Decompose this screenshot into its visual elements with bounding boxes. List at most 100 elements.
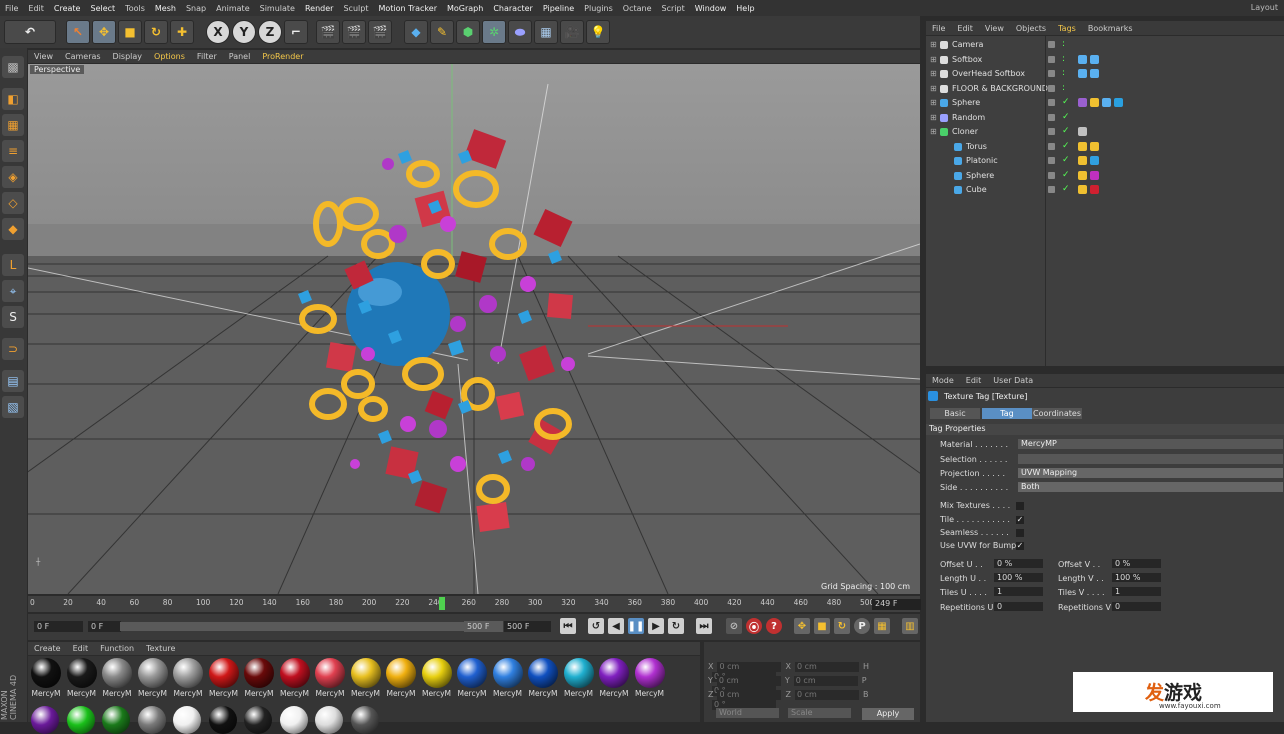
object-row[interactable]: ⊞ FLOOR & BACKGROUND:	[926, 82, 1284, 96]
timeline-window-icon[interactable]: ▥	[902, 618, 918, 634]
coordinate-field[interactable]: 0 cm	[717, 690, 782, 700]
length-u-field[interactable]: 100 %	[994, 573, 1043, 582]
offset-u-field[interactable]: 0 %	[994, 559, 1043, 568]
menu-simulate[interactable]: Simulate	[260, 4, 295, 13]
material-swatch[interactable]: MercyM	[314, 658, 346, 698]
enabled-check-icon[interactable]: :	[1062, 54, 1065, 64]
lock-workplane-icon[interactable]: ▤	[2, 370, 24, 392]
visibility-toggle[interactable]	[1048, 41, 1055, 48]
render-view-icon[interactable]: 🎬	[316, 20, 340, 44]
perspective-viewport[interactable]: ┼ Perspective Grid Spacing : 100 cm	[28, 64, 920, 594]
material-swatch[interactable]: MercyM	[634, 658, 666, 698]
length-v-field[interactable]: 100 %	[1112, 573, 1161, 582]
object-row[interactable]: Torus ✓	[926, 140, 1284, 154]
material-swatch[interactable]: MercyM	[101, 658, 133, 698]
viewport-menu-panel[interactable]: Panel	[229, 52, 251, 61]
tab-basic[interactable]: Basic	[930, 408, 980, 419]
object-row[interactable]: ⊞ Sphere ✓	[926, 96, 1284, 110]
seamless-checkbox[interactable]	[1016, 529, 1024, 537]
current-frame-field[interactable]: 249 F	[872, 599, 921, 610]
material-swatch[interactable]: MercyM	[385, 658, 417, 698]
coordinate-mode-dropdown[interactable]: World	[716, 708, 779, 718]
object-name[interactable]: Random	[952, 113, 985, 122]
object-tag-icon[interactable]	[1078, 69, 1087, 78]
render-picture-viewer-icon[interactable]: 🎬	[342, 20, 366, 44]
expand-icon[interactable]: ⊞	[930, 40, 937, 49]
material-menu-create[interactable]: Create	[34, 644, 61, 653]
expand-icon[interactable]: ⊞	[930, 84, 937, 93]
enabled-check-icon[interactable]: ✓	[1062, 170, 1070, 180]
key-scale-icon[interactable]: ■	[814, 618, 830, 634]
visibility-toggle[interactable]	[1048, 171, 1055, 179]
material-menu-function[interactable]: Function	[100, 644, 134, 653]
expand-icon[interactable]: ⊞	[930, 55, 937, 64]
coordinate-system-icon[interactable]: ⌐	[284, 20, 308, 44]
offset-v-field[interactable]: 0 %	[1112, 559, 1161, 568]
menu-mesh[interactable]: Mesh	[155, 4, 176, 13]
expand-icon[interactable]: ⊞	[930, 113, 937, 122]
cube-object-icon[interactable]: ◆	[404, 20, 428, 44]
menu-file[interactable]: File	[5, 4, 18, 13]
object-name[interactable]: Sphere	[952, 98, 980, 107]
polygons-mode-icon[interactable]: ◆	[2, 218, 24, 240]
rotate-tool-icon[interactable]: ↻	[144, 20, 168, 44]
side-dropdown[interactable]: Both	[1018, 482, 1283, 492]
object-name[interactable]: Sphere	[966, 171, 994, 180]
undo-button[interactable]: ↶	[4, 20, 56, 44]
cloner-icon[interactable]: ✲	[482, 20, 506, 44]
material-menu-edit[interactable]: Edit	[73, 644, 89, 653]
material-field[interactable]: MercyMP	[1018, 439, 1283, 449]
repetitions-u-field[interactable]: 0	[994, 602, 1043, 611]
menu-edit[interactable]: Edit	[28, 4, 44, 13]
menu-snap[interactable]: Snap	[186, 4, 206, 13]
layout-label[interactable]: Layout	[1251, 3, 1278, 12]
object-tag-icon[interactable]	[1078, 54, 1087, 64]
material-swatch[interactable]: MercyM	[456, 658, 488, 698]
object-menu-objects[interactable]: Objects	[1016, 24, 1046, 33]
move-tool-icon[interactable]: ✥	[92, 20, 116, 44]
timeline-ruler[interactable]: 0 20 40 60 80 100 120 140 160 180 200 220 240 260 280 3…	[28, 596, 920, 612]
key-rotation-icon[interactable]: ↻	[834, 618, 850, 634]
pause-icon[interactable]: ❚❚	[628, 618, 644, 634]
menu-script[interactable]: Script	[662, 4, 685, 13]
enabled-check-icon[interactable]: ✓	[1062, 155, 1070, 165]
go-to-start-icon[interactable]: ⏮	[560, 618, 576, 634]
expand-icon[interactable]: ⊞	[930, 98, 937, 107]
menu-help[interactable]: Help	[736, 4, 754, 13]
viewport-menu-prorender[interactable]: ProRender	[262, 52, 303, 61]
visibility-toggle[interactable]	[1048, 128, 1055, 135]
next-key-icon[interactable]: ↻	[668, 618, 684, 634]
axis-x-button[interactable]: X	[206, 20, 230, 44]
scale-tool-icon[interactable]: ■	[118, 20, 142, 44]
object-name[interactable]: OverHead Softbox	[952, 69, 1025, 78]
scale-mode-dropdown[interactable]: Scale	[788, 708, 851, 718]
coordinate-field[interactable]: 0 cm	[793, 676, 858, 686]
selection-field[interactable]	[1018, 454, 1283, 464]
menu-window[interactable]: Window	[695, 4, 727, 13]
apply-button[interactable]: Apply	[862, 708, 914, 720]
viewport-menu-view[interactable]: View	[34, 52, 53, 61]
object-row[interactable]: Sphere ✓	[926, 169, 1284, 183]
object-row[interactable]: ⊞ Camera:	[926, 38, 1284, 52]
material-swatch[interactable]: MercyM	[137, 658, 169, 698]
key-parameter-icon[interactable]: P	[854, 618, 870, 634]
material-swatch[interactable]: MercyM	[243, 658, 275, 698]
visibility-toggle[interactable]	[1048, 70, 1055, 77]
object-name[interactable]: Camera	[952, 40, 983, 49]
material-swatch[interactable]: MercyM	[421, 658, 453, 698]
camera-label[interactable]: Perspective	[30, 65, 85, 74]
object-tag-icon[interactable]	[1114, 98, 1123, 107]
use-uvw-bump-checkbox[interactable]: ✓	[1016, 542, 1024, 550]
tweak-mode-icon[interactable]: ⌖	[2, 280, 24, 302]
go-to-end-icon[interactable]: ⏭	[696, 618, 712, 634]
enabled-check-icon[interactable]: ✓	[1062, 112, 1070, 122]
select-live-icon[interactable]: ↖	[66, 20, 90, 44]
timeline-playhead[interactable]	[439, 597, 446, 610]
object-tag-icon[interactable]	[1078, 98, 1087, 107]
menu-select[interactable]: Select	[90, 4, 115, 13]
viewport-menu-options[interactable]: Options	[154, 52, 185, 61]
visibility-toggle[interactable]	[1048, 113, 1055, 121]
enabled-check-icon[interactable]: ✓	[1062, 126, 1070, 136]
axis-z-button[interactable]: Z	[258, 20, 282, 44]
object-tag-icon[interactable]	[1102, 98, 1111, 107]
